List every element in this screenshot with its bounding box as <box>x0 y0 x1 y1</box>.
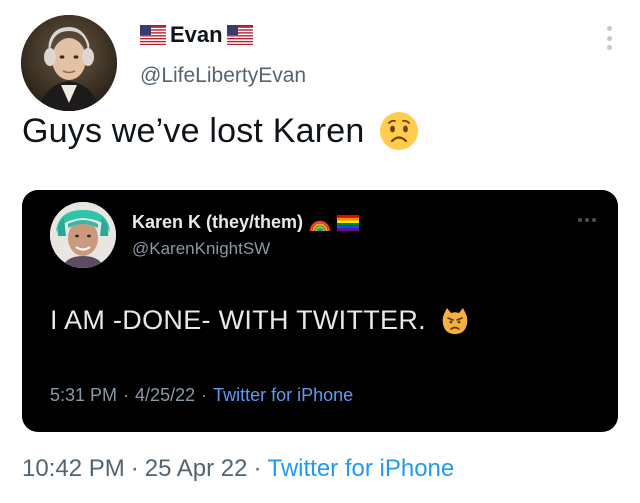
quoted-tweet-card[interactable]: Karen K (they/them) @KarenKnightSW I AM … <box>22 190 618 432</box>
author-handle[interactable]: @LifeLibertyEvan <box>140 64 306 88</box>
separator-dot: · <box>123 385 130 405</box>
quoted-tweet-meta: 5:31 PM · 4/25/22 · Twitter for iPhone <box>50 385 353 406</box>
rainbow-flag-icon <box>337 214 360 231</box>
tweet-screenshot: Evan @LifeLibertyEvan Guys we’ve lost Ka… <box>0 0 640 503</box>
tweet-text: Guys we’ve lost Karen <box>22 110 420 152</box>
quoted-author-avatar[interactable] <box>50 202 116 268</box>
quoted-author-name-row[interactable]: Karen K (they/them) <box>132 212 360 233</box>
us-flag-icon <box>140 25 166 45</box>
quoted-tweet-source-link[interactable]: Twitter for iPhone <box>213 385 353 405</box>
worried-face-icon <box>378 110 420 152</box>
author-name-row[interactable]: Evan <box>140 22 253 48</box>
quoted-tweet-text: I AM -DONE- WITH TWITTER. <box>50 305 470 336</box>
separator-dot: · <box>253 455 262 482</box>
quoted-author-display-name: Karen K (they/them) <box>132 212 304 232</box>
tweet-source-link[interactable]: Twitter for iPhone <box>267 455 454 482</box>
tweet-time[interactable]: 10:42 PM <box>22 455 125 482</box>
more-options-icon[interactable] <box>604 26 614 50</box>
tweet-meta: 10:42 PM · 25 Apr 22 · Twitter for iPhone <box>22 455 454 483</box>
quoted-author-handle[interactable]: @KarenKnightSW <box>132 239 270 259</box>
quoted-tweet-body: I AM -DONE- WITH TWITTER. <box>50 305 426 335</box>
separator-dot: · <box>201 385 208 405</box>
tweet-body: Guys we’ve lost Karen <box>22 111 365 150</box>
us-flag-icon <box>226 25 253 45</box>
separator-dot: · <box>130 455 139 482</box>
quoted-more-options-icon[interactable] <box>578 218 596 222</box>
author-avatar[interactable] <box>21 15 117 111</box>
quoted-tweet-time[interactable]: 5:31 PM <box>50 385 117 405</box>
quoted-tweet-date[interactable]: 4/25/22 <box>135 385 195 405</box>
rainbow-icon <box>309 214 331 232</box>
author-display-name: Evan <box>170 22 223 47</box>
tweet-date[interactable]: 25 Apr 22 <box>145 455 248 482</box>
pouting-cat-icon <box>440 306 470 336</box>
